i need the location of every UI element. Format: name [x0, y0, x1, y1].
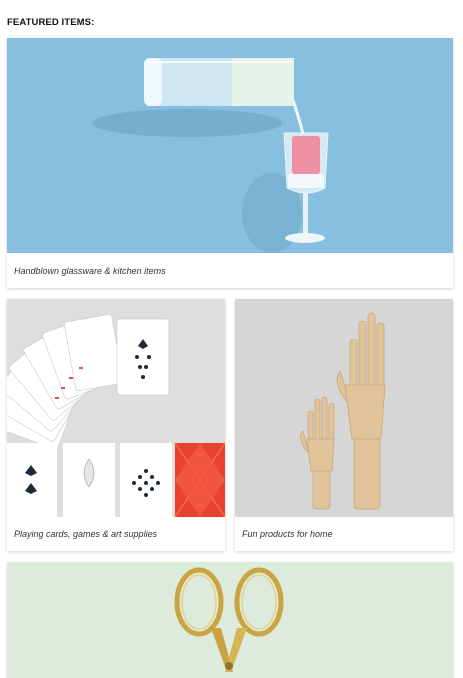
glass-pouring-photo[interactable] [7, 38, 453, 253]
featured-card-scissors[interactable] [7, 562, 453, 678]
section-title: FEATURED ITEMS: [7, 17, 95, 28]
featured-card-glassware[interactable]: Handblown glassware & kitchen items [7, 38, 453, 288]
card-caption[interactable]: Playing cards, games & art supplies [14, 529, 157, 539]
featured-card-playing-cards[interactable]: Playing cards, games & art supplies [7, 299, 225, 551]
card-caption[interactable]: Fun products for home [242, 529, 333, 539]
wooden-hands-photo[interactable] [235, 299, 453, 517]
featured-card-home-products[interactable]: Fun products for home [235, 299, 453, 551]
playing-cards-photo[interactable] [7, 299, 225, 517]
gold-scissors-photo[interactable] [7, 562, 453, 678]
card-caption[interactable]: Handblown glassware & kitchen items [14, 266, 166, 276]
